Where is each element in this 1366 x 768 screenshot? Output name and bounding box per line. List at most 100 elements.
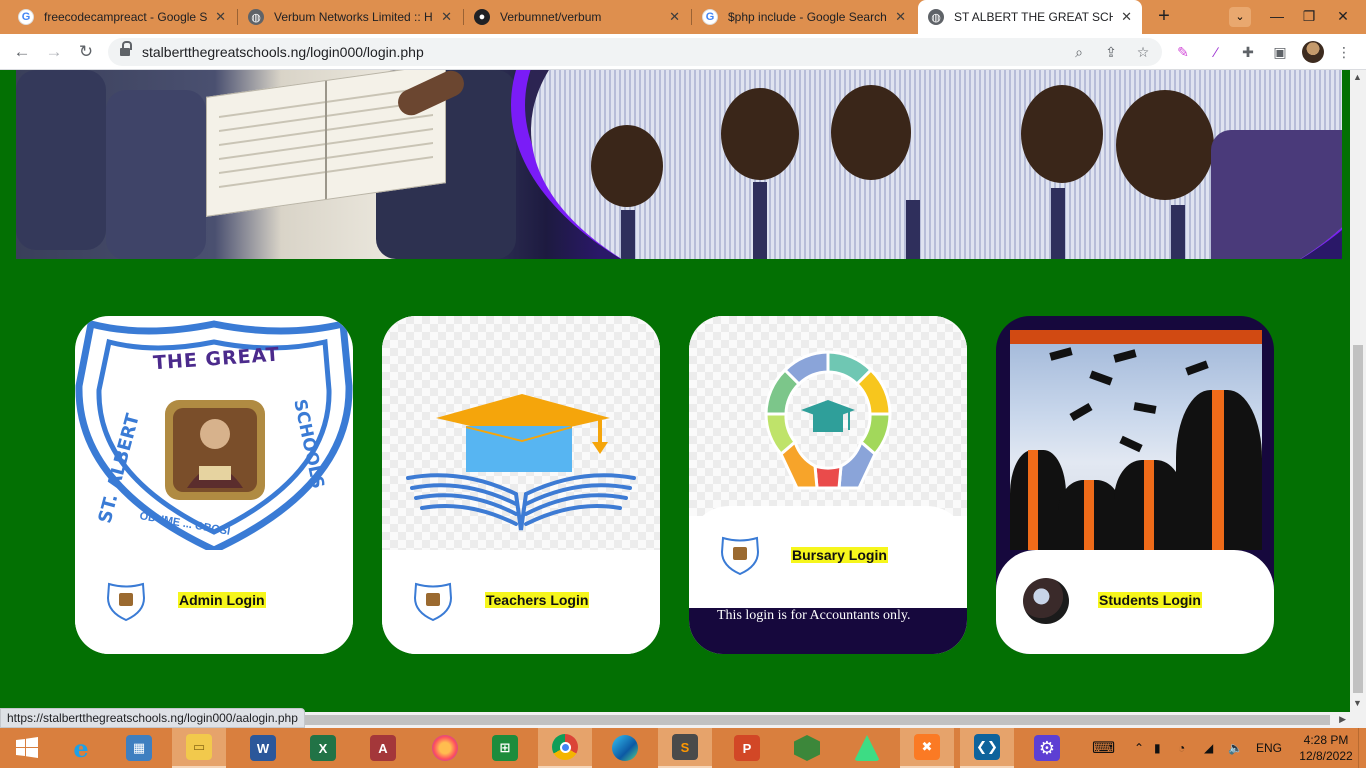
scroll-up-icon[interactable]: ▲ [1353, 72, 1362, 82]
card-footer: Admin Login [75, 550, 353, 654]
hero-students-photo [531, 70, 1342, 259]
side-panel-icon[interactable]: ▣ [1270, 42, 1290, 62]
system-clock[interactable]: 4:28 PM 12/8/2022 [1296, 732, 1356, 764]
bookmark-star-icon[interactable]: ☆ [1134, 43, 1152, 61]
volume-icon[interactable]: 🔈 [1228, 728, 1243, 768]
taskbar-firefox[interactable] [418, 728, 472, 768]
student-head [591, 125, 663, 207]
tab-php-include[interactable]: G $php include - Google Search ✕ [692, 0, 916, 34]
forward-icon[interactable]: → [42, 40, 66, 64]
teachers-login-card[interactable]: Teachers Login [382, 316, 660, 654]
taskbar-powerpoint[interactable]: P [720, 728, 774, 768]
close-tab-icon[interactable]: ✕ [1121, 9, 1132, 25]
tab-title: $php include - Google Search [728, 10, 887, 24]
student-vest [1211, 130, 1342, 259]
tab-st-albert[interactable]: ◍ ST ALBERT THE GREAT SCHOO ✕ [918, 0, 1142, 34]
admin-login-link[interactable]: Admin Login [178, 592, 266, 608]
crest-icon [720, 536, 760, 576]
windows-taskbar: e ▦ ▭ W X A ⊞ S P ✖ ❮❯ ⚙ ⌨ ⌃ ▮ ◔ ◢ 🔈 ENG… [0, 728, 1366, 768]
taskbar-node[interactable] [780, 728, 834, 768]
color-picker-extension-icon[interactable]: ✎ [1173, 42, 1193, 62]
taskbar-edge[interactable] [598, 728, 652, 768]
tab-verbum-networks[interactable]: ◍ Verbum Networks Limited :: Ho ✕ [238, 0, 462, 34]
graduation-cap-icon [1113, 349, 1137, 363]
reload-icon[interactable]: ↻ [74, 40, 98, 64]
taskbar-settings[interactable]: ⚙ [1020, 728, 1074, 768]
close-tab-icon[interactable]: ✕ [895, 9, 906, 25]
extensions-puzzle-icon[interactable]: ✚ [1238, 42, 1258, 62]
horizontal-scroll-thumb[interactable] [300, 715, 1330, 725]
taskbar-sublime-text[interactable]: S [658, 728, 712, 768]
wifi-signal-icon[interactable]: ◢ [1204, 728, 1213, 768]
bursary-note-text: This login is for Accountants only. [717, 608, 911, 623]
tab-search-icon[interactable]: ⌄ [1229, 7, 1251, 27]
graduation-cap-icon [1185, 360, 1209, 376]
tab-title: Verbum Networks Limited :: Ho [274, 10, 434, 24]
battery-icon[interactable]: ▮ [1154, 728, 1161, 768]
clock-date: 12/8/2022 [1299, 749, 1353, 763]
show-desktop-button[interactable] [1358, 728, 1366, 768]
graduation-cap-icon [1089, 370, 1113, 386]
tab-github-verbum[interactable]: ● Verbumnet/verbum ✕ [464, 0, 690, 34]
taskbar-android-studio[interactable] [840, 728, 894, 768]
page-content: THE GREAT ST. ALBERT SCHOOLS ODUME ... O… [0, 70, 1350, 712]
back-icon[interactable]: ← [10, 40, 34, 64]
share-icon[interactable]: ⇪ [1102, 43, 1120, 61]
close-tab-icon[interactable]: ✕ [215, 9, 226, 25]
profile-avatar[interactable] [1302, 41, 1324, 63]
show-hidden-icons-icon[interactable]: ⌃ [1134, 728, 1144, 768]
scroll-right-icon[interactable]: ▶ [1339, 714, 1346, 725]
lock-icon[interactable] [120, 41, 132, 57]
taskbar-access[interactable]: A [356, 728, 410, 768]
taskbar-chrome[interactable] [538, 728, 592, 768]
bursary-note: This login is for Accountants only. [689, 608, 967, 654]
zoom-icon[interactable]: ⌕ [1070, 43, 1088, 61]
browser-menu-icon[interactable]: ⋮ [1334, 42, 1354, 62]
bursary-login-card[interactable]: Bursary Login This login is for Accounta… [689, 316, 967, 654]
crest-icon [413, 582, 453, 622]
graduation-cap-icon [1049, 347, 1073, 361]
start-button[interactable] [0, 728, 54, 768]
taskbar-control-panel[interactable]: ▦ [112, 728, 166, 768]
new-tab-button[interactable]: + [1152, 5, 1176, 29]
google-icon: G [702, 9, 718, 25]
close-tab-icon[interactable]: ✕ [441, 9, 452, 25]
tab-title: freecodecampreact - Google S [44, 10, 208, 24]
hero-uniform [106, 90, 206, 259]
tab-freecodecamp[interactable]: G freecodecampreact - Google S ✕ [8, 0, 236, 34]
touch-keyboard-icon[interactable]: ⌨ [1092, 728, 1115, 768]
network-icon[interactable]: ◔ [1178, 728, 1185, 768]
taskbar-store[interactable]: ⊞ [478, 728, 532, 768]
taskbar-file-explorer[interactable]: ▭ [172, 728, 226, 768]
address-bar[interactable]: stalbertthegreatschools.ng/login000/logi… [108, 38, 1162, 66]
close-tab-icon[interactable]: ✕ [669, 9, 680, 25]
language-indicator[interactable]: ENG [1256, 728, 1282, 768]
teachers-login-link[interactable]: Teachers Login [485, 592, 590, 608]
scroll-down-icon[interactable]: ▼ [1353, 698, 1362, 708]
close-window-icon[interactable]: ✕ [1320, 0, 1366, 34]
graduates-photo [1010, 330, 1262, 550]
file-explorer-icon: ▭ [186, 734, 212, 760]
clock-time: 4:28 PM [1303, 733, 1349, 747]
taskbar-word[interactable]: W [236, 728, 290, 768]
taskbar-vscode[interactable]: ❮❯ [960, 728, 1014, 768]
vertical-scrollbar[interactable]: ▲ ▼ [1350, 70, 1366, 728]
url-text[interactable]: stalbertthegreatschools.ng/login000/logi… [142, 44, 424, 60]
students-login-link[interactable]: Students Login [1098, 592, 1202, 608]
students-login-card[interactable]: Students Login [996, 316, 1274, 654]
graduate-gown [1058, 480, 1122, 550]
firefox-icon [432, 735, 458, 761]
github-icon: ● [474, 9, 490, 25]
powerpoint-icon: P [734, 735, 760, 761]
vscode-icon: ❮❯ [974, 734, 1000, 760]
vertical-scroll-thumb[interactable] [1353, 345, 1363, 693]
taskbar-excel[interactable]: X [296, 728, 350, 768]
graduation-cap-icon [1069, 403, 1093, 421]
taskbar-xampp[interactable]: ✖ [900, 728, 954, 768]
bursary-login-link[interactable]: Bursary Login [791, 547, 888, 563]
pen-extension-icon[interactable]: ∕ [1206, 42, 1226, 62]
student-tie [1171, 205, 1185, 259]
tab-title: Verbumnet/verbum [500, 10, 602, 24]
admin-login-card[interactable]: THE GREAT ST. ALBERT SCHOOLS ODUME ... O… [75, 316, 353, 654]
taskbar-internet-explorer[interactable]: e [54, 728, 108, 768]
